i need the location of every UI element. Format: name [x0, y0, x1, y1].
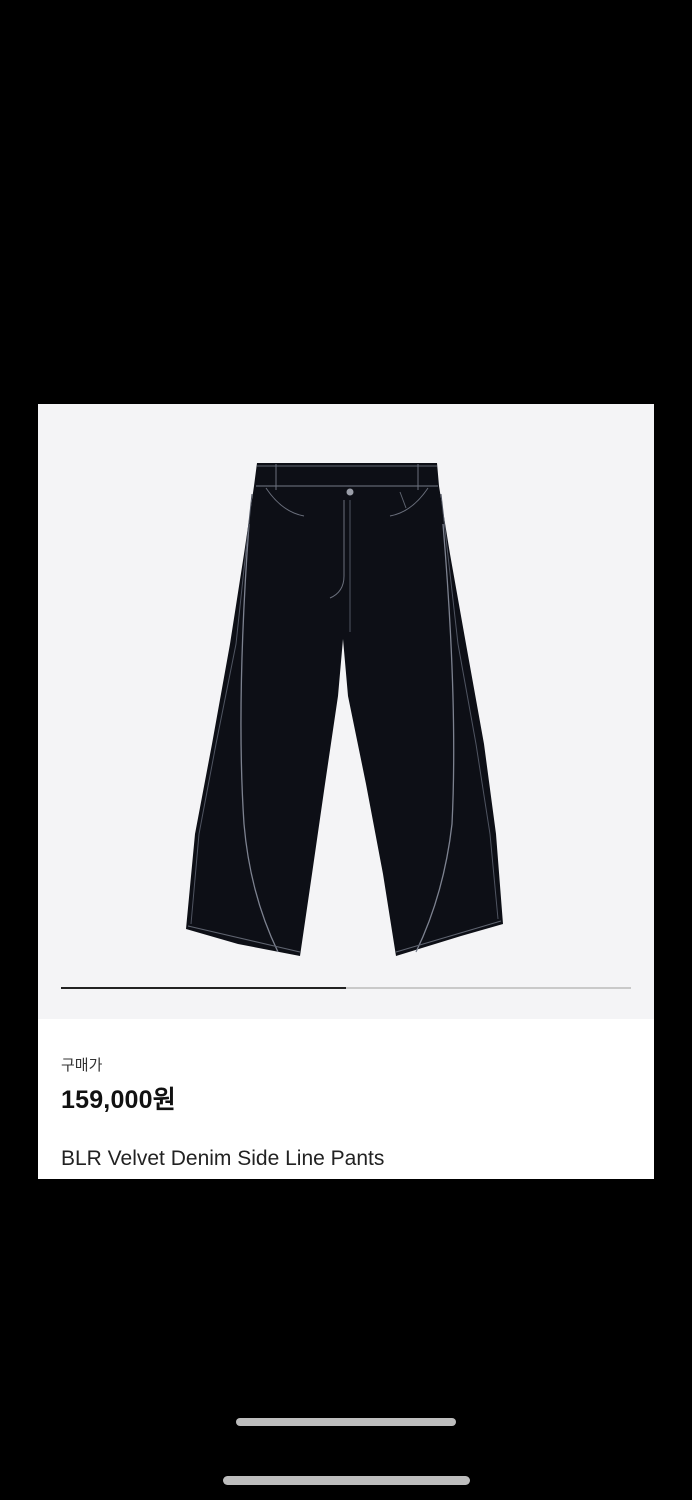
product-price: 159,000원	[61, 1086, 176, 1114]
product-name[interactable]: BLR Velvet Denim Side Line Pants	[61, 1147, 384, 1171]
price-label: 구매가	[61, 1057, 103, 1074]
product-image	[186, 463, 503, 956]
product-image-carousel[interactable]	[38, 404, 654, 1019]
carousel-progress-track[interactable]	[61, 987, 631, 989]
product-card[interactable]: 구매가 159,000원 BLR Velvet Denim Side Line …	[38, 404, 654, 1179]
screen: 구매가 159,000원 BLR Velvet Denim Side Line …	[0, 0, 692, 1500]
home-indicator-secondary[interactable]	[223, 1476, 470, 1485]
carousel-progress-fill	[61, 987, 346, 989]
home-indicator[interactable]	[236, 1418, 456, 1426]
